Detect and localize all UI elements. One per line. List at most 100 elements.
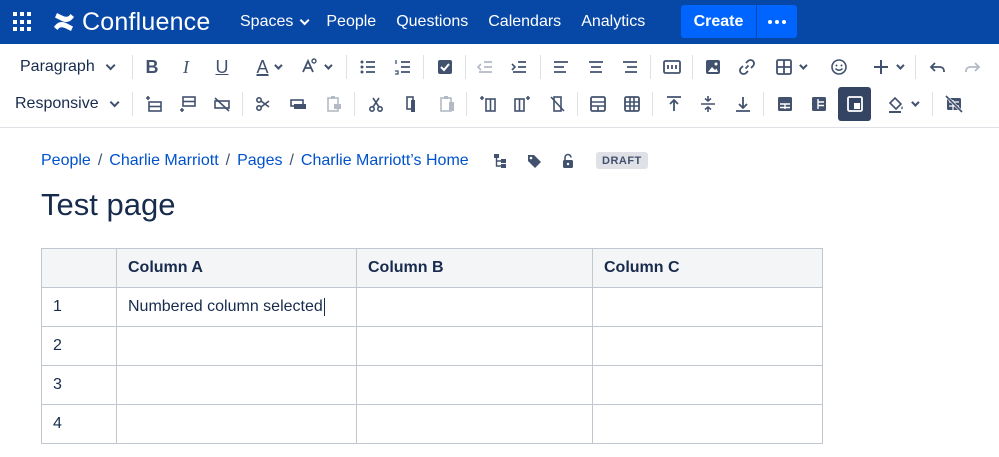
paste-column-button[interactable] xyxy=(433,90,461,118)
insert-table-button[interactable] xyxy=(769,53,809,81)
toolbar-divider xyxy=(132,92,133,116)
underline-button[interactable]: U xyxy=(208,53,236,81)
breadcrumb-user[interactable]: Charlie Marriott xyxy=(109,152,218,170)
create-button[interactable]: Create xyxy=(681,5,756,38)
breadcrumb-pages[interactable]: Pages xyxy=(237,152,282,170)
nav-people[interactable]: People xyxy=(316,0,386,44)
nav-questions[interactable]: Questions xyxy=(386,0,478,44)
table-cell[interactable] xyxy=(356,365,593,405)
more-formatting-button[interactable] xyxy=(294,53,334,81)
table-cell[interactable] xyxy=(592,404,823,444)
italic-button[interactable]: I xyxy=(172,53,200,81)
page-title[interactable]: Test page xyxy=(41,187,175,223)
table-cell[interactable] xyxy=(356,404,593,444)
align-center-button[interactable] xyxy=(582,53,610,81)
redo-icon xyxy=(965,62,981,72)
insert-column-before-button[interactable] xyxy=(474,90,502,118)
table-cell[interactable] xyxy=(356,326,593,366)
paste-row-button[interactable] xyxy=(320,90,348,118)
copy-row-button[interactable] xyxy=(284,90,312,118)
table-cell[interactable]: Numbered column selected xyxy=(116,287,357,327)
nav-calendars[interactable]: Calendars xyxy=(478,0,571,44)
insert-row-before-button[interactable] xyxy=(140,90,168,118)
split-cells-button[interactable] xyxy=(618,90,646,118)
insert-image-button[interactable] xyxy=(699,53,727,81)
table-icon xyxy=(775,59,792,75)
numbered-column-button[interactable] xyxy=(838,87,871,121)
nav-spaces[interactable]: Spaces xyxy=(230,0,316,44)
table-cell[interactable] xyxy=(592,287,823,327)
row-number-cell[interactable]: 2 xyxy=(41,326,117,366)
text-color-button[interactable]: A xyxy=(248,53,288,81)
label-tag-icon[interactable] xyxy=(524,151,544,171)
table-cell[interactable] xyxy=(356,287,593,327)
more-dot-icon xyxy=(775,19,779,24)
align-bottom-button[interactable] xyxy=(729,90,757,118)
insert-row-after-button[interactable] xyxy=(174,90,202,118)
align-middle-button[interactable] xyxy=(694,90,722,118)
cell-color-button[interactable] xyxy=(881,90,921,118)
header-column-button[interactable] xyxy=(805,90,833,118)
row-number-cell[interactable]: 4 xyxy=(41,404,117,444)
toolbar-divider xyxy=(466,92,467,116)
page-tree-icon[interactable] xyxy=(490,151,510,171)
chevron-down-icon xyxy=(105,59,116,70)
table-row: 4 xyxy=(41,404,823,444)
table-header-cell[interactable]: Column A xyxy=(116,248,357,288)
table-cell[interactable] xyxy=(116,365,357,405)
insert-more-button[interactable] xyxy=(866,53,906,81)
cut-row-button[interactable] xyxy=(250,90,278,118)
breadcrumb-people[interactable]: People xyxy=(41,152,91,170)
indent-button[interactable] xyxy=(505,53,533,81)
table-header-cell[interactable]: Column C xyxy=(592,248,823,288)
table-cell[interactable] xyxy=(592,365,823,405)
toolbar-divider xyxy=(242,92,243,116)
breadcrumb-separator: / xyxy=(97,152,103,169)
table-header-cell[interactable] xyxy=(41,248,117,288)
bullet-list-button[interactable] xyxy=(354,53,382,81)
bold-button[interactable]: B xyxy=(138,53,166,81)
table-row: 3 xyxy=(41,365,823,405)
breadcrumb-home[interactable]: Charlie Marriott’s Home xyxy=(301,152,469,170)
insert-link-button[interactable] xyxy=(733,53,761,81)
nav-analytics[interactable]: Analytics xyxy=(571,0,655,44)
merge-cells-button[interactable] xyxy=(584,90,612,118)
insert-column-before-icon xyxy=(480,96,496,112)
align-left-icon xyxy=(554,61,568,73)
action-item-button[interactable] xyxy=(431,53,459,81)
more-options-button[interactable] xyxy=(757,5,797,38)
table-width-select[interactable]: Responsive xyxy=(15,90,120,118)
align-right-button[interactable] xyxy=(616,53,644,81)
paragraph-style-select[interactable]: Paragraph xyxy=(20,53,116,81)
unlock-icon[interactable] xyxy=(558,151,578,171)
insert-column-after-icon xyxy=(514,96,530,112)
numbered-list-button[interactable] xyxy=(389,53,417,81)
delete-row-icon xyxy=(214,97,230,112)
delete-column-button[interactable] xyxy=(543,90,571,118)
copy-column-button[interactable] xyxy=(397,90,425,118)
delete-row-button[interactable] xyxy=(208,90,236,118)
align-right-icon xyxy=(623,61,637,73)
table-cell[interactable] xyxy=(592,326,823,366)
insert-column-after-button[interactable] xyxy=(508,90,536,118)
row-number-cell[interactable]: 3 xyxy=(41,365,117,405)
nav-people-label: People xyxy=(326,13,377,30)
undo-button[interactable] xyxy=(924,53,952,81)
table-cell[interactable] xyxy=(116,326,357,366)
content-table: Column A Column B Column C 1 Numbered co… xyxy=(41,248,823,444)
app-switcher-icon[interactable] xyxy=(13,12,33,32)
table-header-cell[interactable]: Column B xyxy=(356,248,593,288)
align-left-button[interactable] xyxy=(547,53,575,81)
table-cell[interactable] xyxy=(116,404,357,444)
redo-button[interactable] xyxy=(958,53,986,81)
delete-table-button[interactable] xyxy=(940,90,968,118)
confluence-logo[interactable]: Confluence xyxy=(52,6,210,38)
align-top-button[interactable] xyxy=(660,90,688,118)
header-row-button[interactable] xyxy=(771,90,799,118)
row-number-cell[interactable]: 1 xyxy=(41,287,117,327)
plus-icon xyxy=(873,60,888,74)
outdent-button[interactable] xyxy=(471,53,499,81)
page-layout-button[interactable] xyxy=(658,53,686,81)
cut-column-button[interactable] xyxy=(362,90,390,118)
insert-emoji-button[interactable] xyxy=(825,53,853,81)
